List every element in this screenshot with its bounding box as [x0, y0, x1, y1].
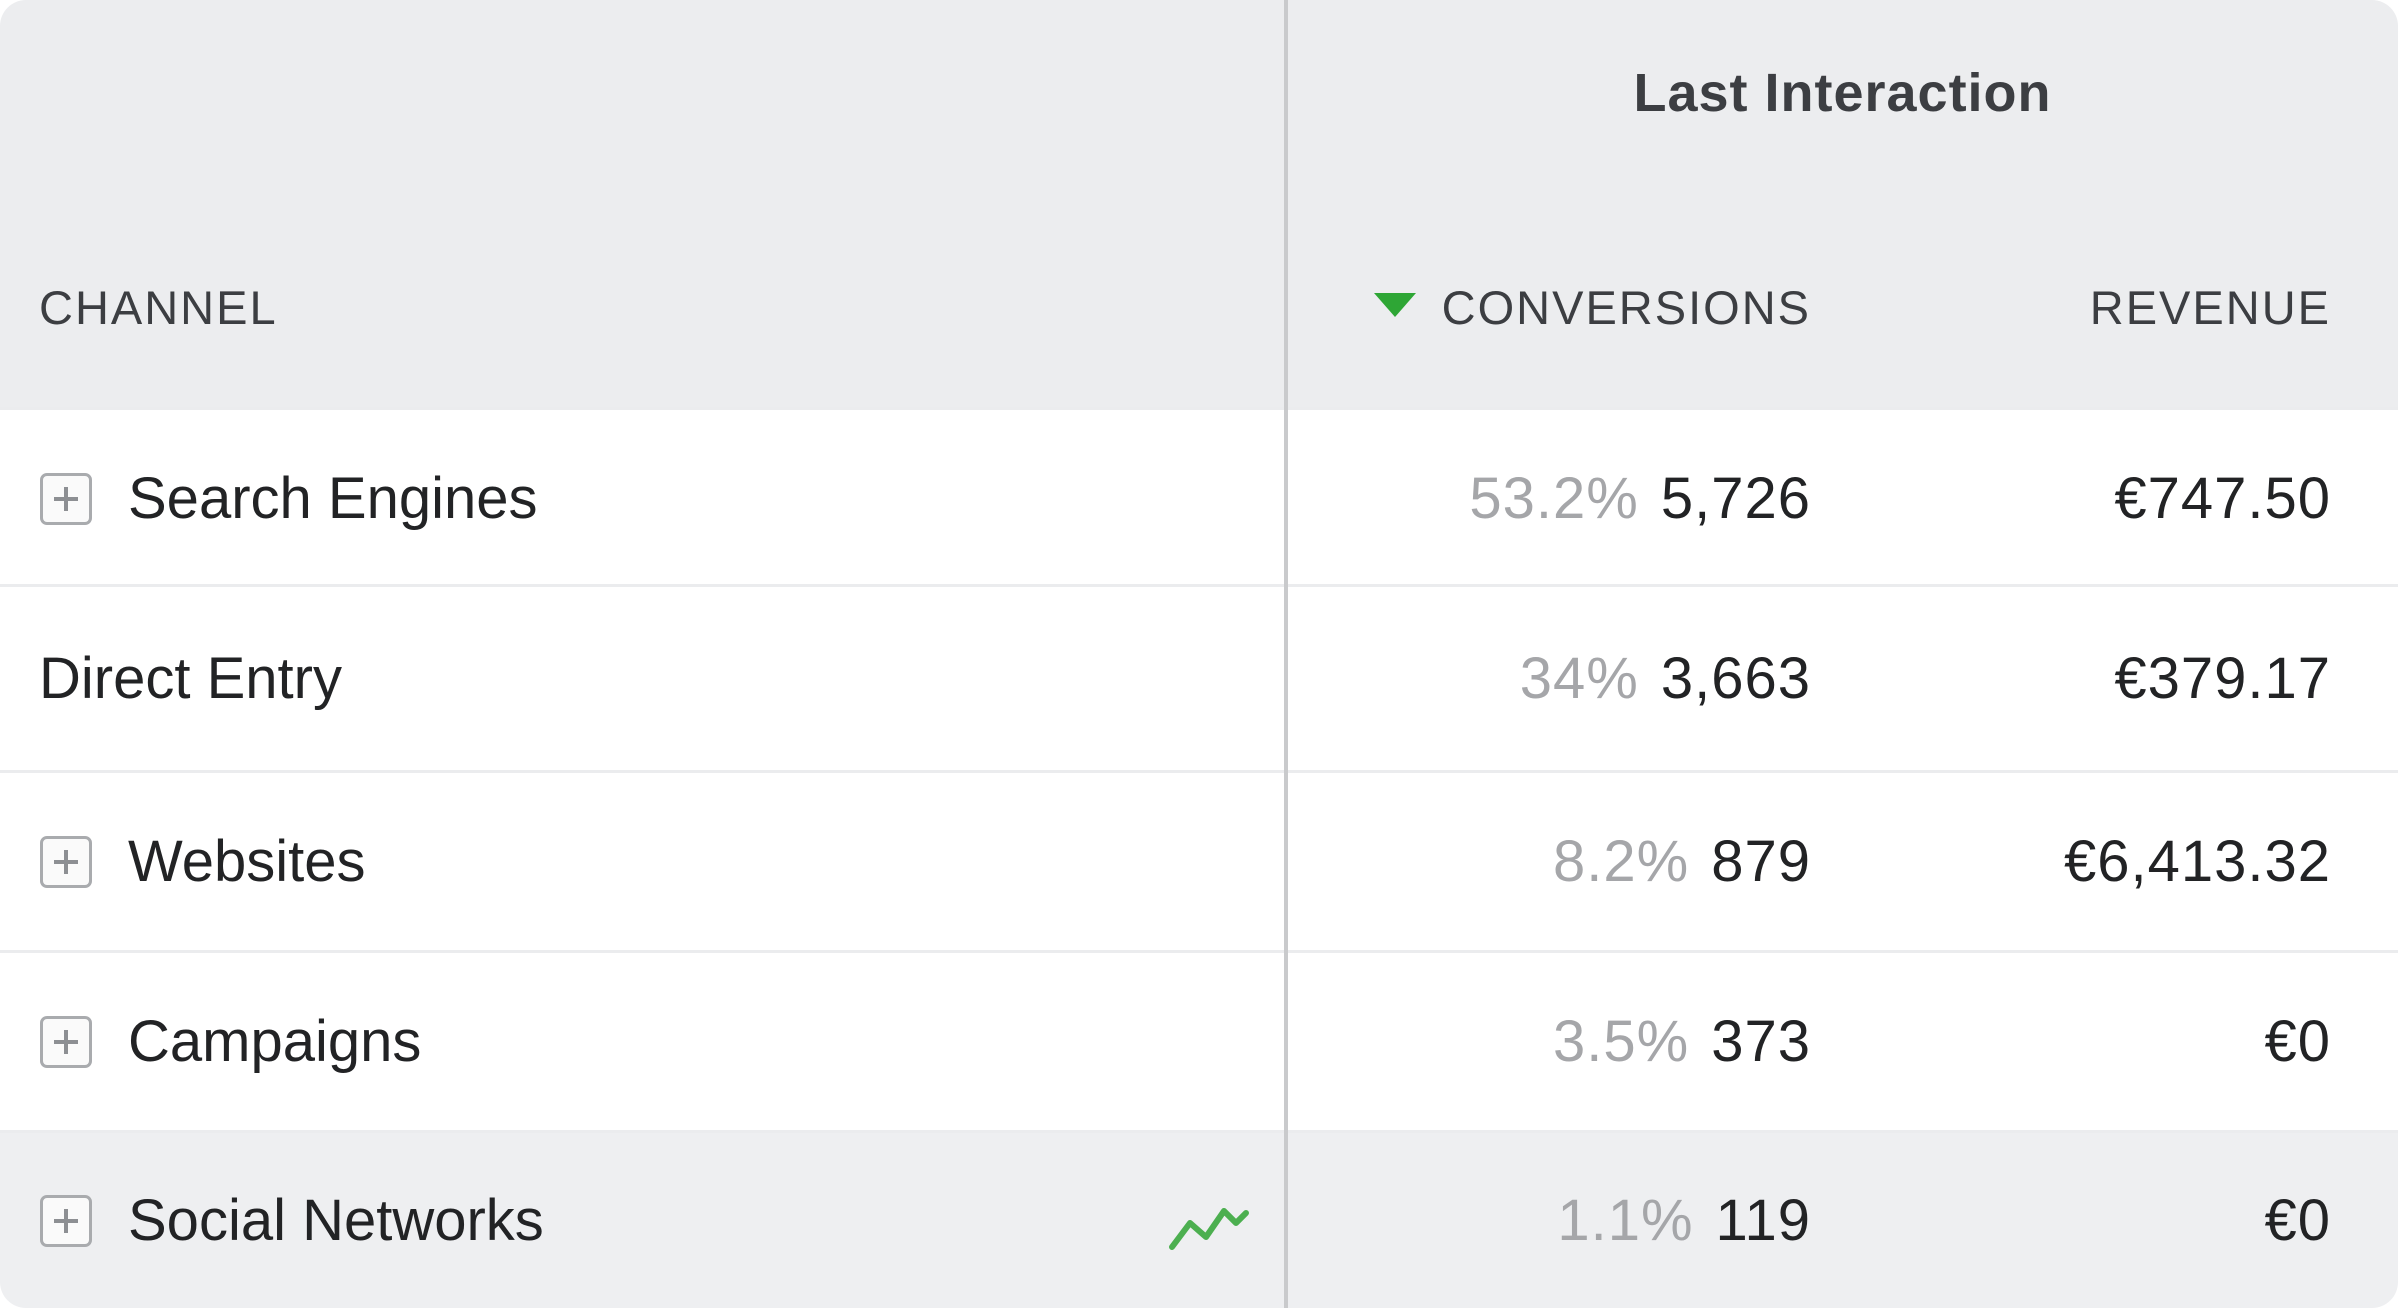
channel-cell: Websites	[40, 773, 365, 950]
revenue-cell: €0	[2264, 1188, 2331, 1253]
row-evolution-chart-icon[interactable]	[1166, 1191, 1250, 1255]
conversions-value: 119	[1715, 1188, 1811, 1253]
channel-label: Direct Entry	[39, 646, 342, 711]
conversions-value: 879	[1711, 829, 1811, 894]
conversions-percent: 34%	[1519, 646, 1639, 711]
revenue-cell: €6,413.32	[2063, 829, 2331, 894]
conversions-cell: 34% 3,663	[1520, 587, 1811, 770]
column-divider	[1284, 0, 1288, 1308]
conversions-value: 3,663	[1660, 646, 1811, 711]
revenue-cell: €0	[2264, 1009, 2331, 1074]
conversions-cell: 8.2% 879	[1553, 773, 1811, 950]
expand-plus-icon[interactable]	[40, 472, 92, 525]
sort-descending-icon	[1373, 293, 1416, 317]
revenue-cell: €747.50	[2114, 466, 2331, 531]
table-header: Last Interaction CHANNEL CONVERSIONS REV…	[0, 0, 2398, 407]
column-header-conversions-label: CONVERSIONS	[1441, 281, 1811, 334]
conversions-percent: 1.1%	[1557, 1188, 1694, 1253]
column-group-title: Last Interaction	[1633, 63, 2052, 123]
conversions-value: 5,726	[1660, 466, 1811, 531]
expand-plus-icon[interactable]	[40, 1194, 92, 1247]
channel-attribution-table: Last Interaction CHANNEL CONVERSIONS REV…	[0, 0, 2398, 1308]
channel-cell: Search Engines	[40, 410, 537, 587]
conversions-value: 373	[1711, 1009, 1811, 1074]
conversions-cell: 1.1% 119	[1557, 1133, 1811, 1308]
column-header-revenue[interactable]: REVENUE	[2090, 280, 2331, 336]
channel-cell: Campaigns	[40, 953, 421, 1130]
conversions-cell: 3.5% 373	[1553, 953, 1811, 1130]
column-header-channel[interactable]: CHANNEL	[39, 280, 278, 336]
revenue-cell: €379.17	[2114, 646, 2331, 711]
table-row[interactable]: Direct Entry 34% 3,663 €379.17	[0, 584, 2398, 770]
table-row[interactable]: Social Networks 1.1% 119 €0	[0, 1130, 2398, 1308]
conversions-percent: 8.2%	[1553, 829, 1690, 894]
expand-plus-icon[interactable]	[40, 1015, 92, 1068]
table-row[interactable]: Websites 8.2% 879 €6,413.32	[0, 770, 2398, 950]
table-row[interactable]: Campaigns 3.5% 373 €0	[0, 950, 2398, 1130]
channel-label: Search Engines	[128, 466, 538, 531]
column-header-conversions[interactable]: CONVERSIONS	[1373, 280, 1811, 336]
channel-label: Social Networks	[128, 1188, 544, 1253]
table-row[interactable]: Search Engines 53.2% 5,726 €747.50	[0, 407, 2398, 587]
conversions-percent: 3.5%	[1553, 1009, 1690, 1074]
conversions-percent: 53.2%	[1469, 466, 1639, 531]
channel-cell: Social Networks	[40, 1133, 544, 1308]
expand-plus-icon[interactable]	[40, 835, 92, 888]
channel-label: Websites	[128, 829, 366, 894]
channel-label: Campaigns	[128, 1009, 422, 1074]
channel-cell: Direct Entry	[39, 587, 342, 770]
conversions-cell: 53.2% 5,726	[1469, 410, 1811, 587]
